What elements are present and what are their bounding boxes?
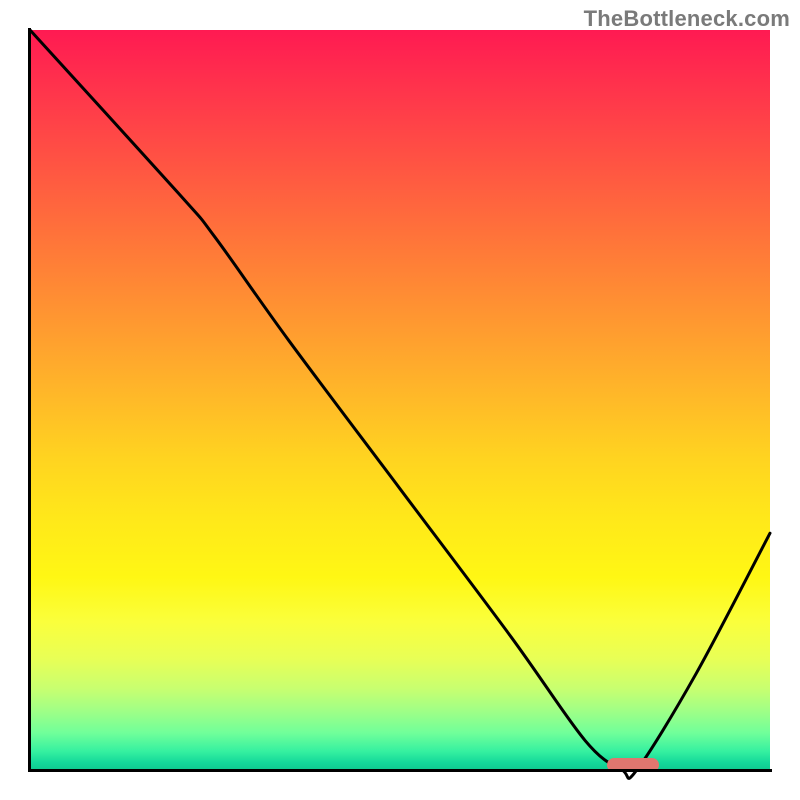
x-axis-line bbox=[28, 769, 772, 772]
bottleneck-curve bbox=[30, 30, 770, 770]
y-axis-line bbox=[28, 28, 31, 772]
watermark-text: TheBottleneck.com bbox=[584, 6, 790, 32]
chart-canvas: TheBottleneck.com bbox=[0, 0, 800, 800]
